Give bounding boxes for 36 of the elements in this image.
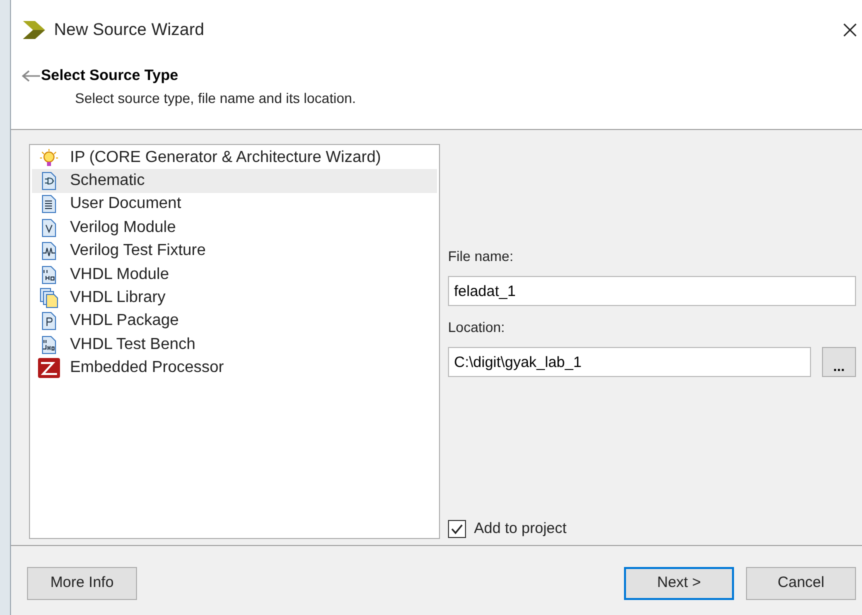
cancel-button[interactable]: Cancel (746, 567, 856, 600)
source-type-item[interactable]: Schematic (32, 169, 437, 193)
source-type-item[interactable]: User Document (32, 192, 437, 216)
source-type-item[interactable]: IP (CORE Generator & Architecture Wizard) (32, 146, 437, 170)
file-name-field[interactable]: feladat_1 (448, 276, 856, 306)
source-type-item[interactable]: VHDL Module (32, 262, 437, 286)
checkbox[interactable] (448, 520, 466, 538)
next-button[interactable]: Next > (624, 567, 734, 600)
location-label: Location: (448, 318, 506, 337)
chevron-logo-icon (23, 21, 45, 39)
close-icon[interactable] (842, 22, 858, 38)
source-type-item[interactable]: VHDL Library (32, 286, 437, 310)
page-description: Select source type, file name and its location. (75, 88, 357, 108)
source-type-item[interactable]: VHDL Test Bench (32, 333, 437, 357)
window-title: New Source Wizard (54, 19, 204, 42)
letters-document-icon (41, 266, 57, 284)
source-type-item[interactable]: Embedded Processor (32, 356, 437, 380)
letter-logo-icon (38, 358, 60, 378)
file-name-label: File name: (448, 247, 514, 266)
gate-document-icon (41, 172, 57, 190)
page-heading: Select Source Type (41, 66, 178, 86)
stacked-files-icon (40, 288, 58, 308)
more-info-button[interactable]: More Info (27, 567, 137, 600)
waveform-document-icon (41, 242, 57, 260)
add-to-project-label[interactable]: Add to project (474, 518, 567, 540)
light-bulb-icon (40, 148, 58, 167)
source-type-item[interactable]: Verilog Test Fixture (32, 240, 437, 263)
browse-button[interactable]: ... (822, 347, 856, 377)
back-arrow-icon[interactable] (21, 70, 41, 82)
text-document-icon (41, 195, 57, 214)
source-type-item[interactable]: VHDL Package (32, 310, 437, 334)
location-field[interactable]: C:\digit\gyak_lab_1 (448, 347, 811, 377)
letter-document-icon (41, 312, 57, 330)
letter-document-icon (41, 218, 57, 237)
waveform-document-icon (41, 336, 57, 354)
source-type-item[interactable]: Verilog Module (32, 216, 437, 240)
